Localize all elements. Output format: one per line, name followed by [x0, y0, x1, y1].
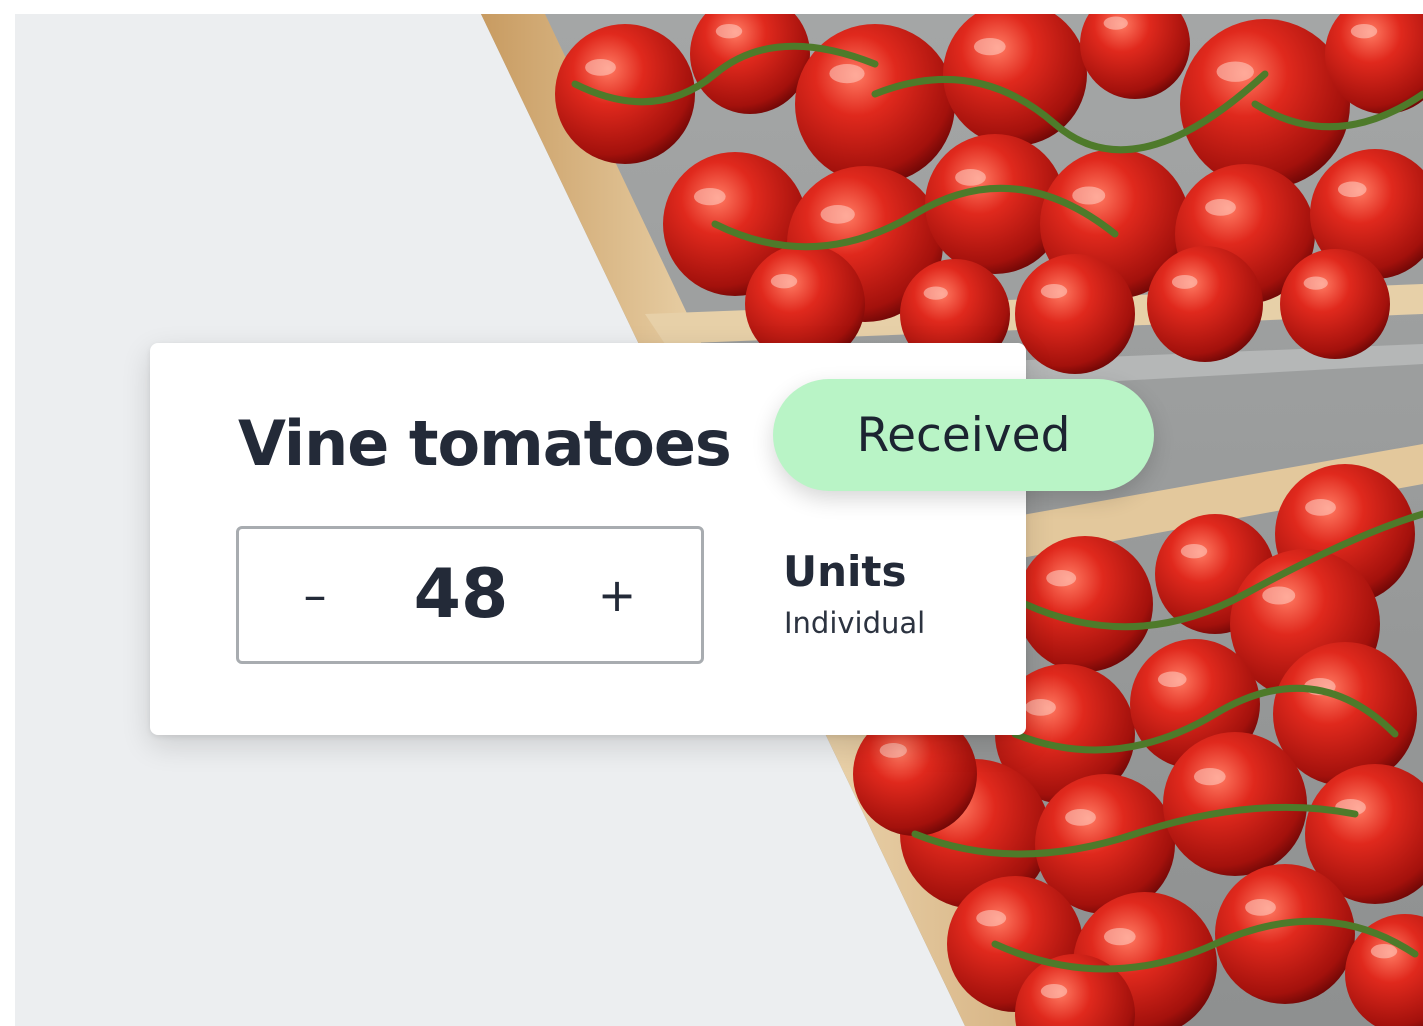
- tomato-highlight: [1303, 276, 1328, 290]
- status-badge: Received: [773, 379, 1154, 491]
- tomato-highlight: [955, 169, 986, 186]
- tomato-highlight: [1171, 275, 1198, 289]
- tomato-highlight: [1193, 768, 1226, 786]
- tomato-highlight: [1072, 186, 1106, 205]
- tomato-highlight: [820, 205, 855, 224]
- tomato-highlight: [770, 274, 798, 289]
- tomato-highlight: [585, 59, 616, 76]
- unit-type: Individual: [784, 606, 926, 640]
- tomato-highlight: [829, 64, 865, 84]
- tomato-highlight: [1025, 699, 1056, 716]
- tomato-highlight: [1305, 499, 1336, 516]
- tomato-highlight: [879, 743, 907, 758]
- tomato-highlight: [1046, 570, 1077, 587]
- tomato-highlight: [1103, 928, 1136, 946]
- unit-label: Units: [783, 547, 907, 596]
- increment-button[interactable]: +: [577, 555, 657, 635]
- tomato: [1017, 536, 1153, 672]
- tomato-highlight: [1350, 24, 1378, 39]
- tomato-highlight: [1216, 61, 1254, 82]
- tomato-highlight: [1040, 284, 1068, 299]
- tomato-highlight: [1103, 16, 1128, 30]
- tomato: [1015, 254, 1135, 374]
- tomato-highlight: [1040, 984, 1068, 999]
- tomato-highlight: [1065, 809, 1096, 826]
- tomato-highlight: [1157, 671, 1187, 688]
- tomato-highlight: [693, 188, 726, 206]
- tomato-highlight: [1337, 181, 1367, 198]
- tomato-highlight: [1205, 199, 1236, 216]
- quantity-stepper[interactable]: – 48 +: [236, 526, 704, 664]
- tomato-highlight: [715, 24, 743, 39]
- tomato-highlight: [1180, 544, 1208, 559]
- tomato-highlight: [1262, 586, 1296, 605]
- tomato: [1147, 246, 1263, 362]
- product-title: Vine tomatoes: [238, 407, 732, 480]
- tomato-highlight: [923, 286, 948, 300]
- decrement-button[interactable]: –: [275, 555, 355, 635]
- tomato: [1280, 249, 1390, 359]
- canvas: Vine tomatoes – 48 + Units Individual: [15, 14, 1423, 1026]
- tomato-highlight: [973, 38, 1006, 56]
- quantity-value[interactable]: 48: [379, 551, 543, 639]
- tomato-highlight: [1245, 899, 1276, 916]
- tomato: [1180, 19, 1350, 189]
- tomato-highlight: [976, 910, 1007, 927]
- tomato-highlight: [1370, 944, 1398, 959]
